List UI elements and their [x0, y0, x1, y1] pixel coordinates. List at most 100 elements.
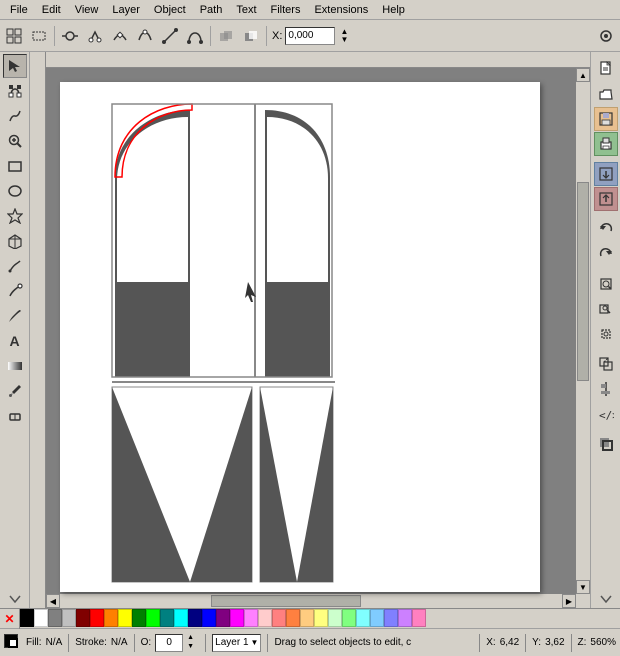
tool-node-join[interactable] — [58, 24, 82, 48]
tool-node-smooth[interactable] — [133, 24, 157, 48]
tool-path-union[interactable] — [214, 24, 238, 48]
palette-color-ff80c0[interactable] — [412, 609, 426, 627]
triangle-bl-left[interactable] — [112, 387, 190, 582]
menu-filters[interactable]: Filters — [265, 3, 307, 17]
palette-color-ff00ff[interactable] — [230, 609, 244, 627]
right-panel-expand[interactable] — [594, 592, 618, 606]
palette-color-808080[interactable] — [48, 609, 62, 627]
tool-pencil[interactable] — [3, 254, 27, 278]
tool-text[interactable]: A — [3, 329, 27, 353]
palette-color-ffffff[interactable] — [34, 609, 48, 627]
menu-extensions[interactable]: Extensions — [308, 3, 374, 17]
redo-btn[interactable] — [594, 242, 618, 266]
tool-node-editor[interactable] — [3, 79, 27, 103]
drawing-area[interactable] — [60, 82, 540, 592]
tool-eraser[interactable] — [3, 404, 27, 428]
triangle-br-right[interactable] — [297, 387, 333, 582]
palette-color-ff8040[interactable] — [286, 609, 300, 627]
tool-calligraphy[interactable] — [3, 304, 27, 328]
palette-color-00ff00[interactable] — [146, 609, 160, 627]
menu-edit[interactable]: Edit — [36, 3, 67, 17]
open-document-btn[interactable] — [594, 82, 618, 106]
layer-selector[interactable]: Layer 1 ▼ — [212, 634, 261, 652]
menu-path[interactable]: Path — [194, 3, 229, 17]
palette-color-ffcccc[interactable] — [258, 609, 272, 627]
tool-path-diff[interactable] — [239, 24, 263, 48]
scroll-thumb-h[interactable] — [211, 595, 362, 607]
palette-color-ccffcc[interactable] — [328, 609, 342, 627]
fill-stroke-btn[interactable] — [594, 432, 618, 456]
scroll-down-btn[interactable]: ▼ — [576, 580, 590, 594]
palette-color-c0c0c0[interactable] — [62, 609, 76, 627]
palette-color-80ff80[interactable] — [342, 609, 356, 627]
menu-file[interactable]: File — [4, 3, 34, 17]
no-color-btn[interactable]: ✕ — [0, 609, 20, 629]
tool-3dbox[interactable] — [3, 229, 27, 253]
xml-editor-btn[interactable]: </> — [594, 402, 618, 426]
scrollbar-vertical[interactable]: ▲ ▼ — [576, 68, 590, 594]
zoom-fit-sel-btn[interactable] — [594, 322, 618, 346]
tool-dropper[interactable] — [3, 379, 27, 403]
zoom-fit-page-btn[interactable] — [594, 272, 618, 296]
scroll-thumb-v[interactable] — [577, 182, 589, 381]
tool-star[interactable] — [3, 204, 27, 228]
palette-color-cc80ff[interactable] — [398, 609, 412, 627]
opacity-input[interactable] — [155, 634, 183, 652]
triangle-bl-right[interactable] — [190, 387, 252, 582]
palette-color-ffff80[interactable] — [314, 609, 328, 627]
palette-color-008080[interactable] — [160, 609, 174, 627]
scroll-up-btn[interactable]: ▲ — [576, 68, 590, 82]
menu-text[interactable]: Text — [230, 3, 262, 17]
palette-color-ffff00[interactable] — [118, 609, 132, 627]
palette-color-800080[interactable] — [216, 609, 230, 627]
x-coord-spinner[interactable]: ▲ ▼ — [336, 24, 352, 48]
undo-btn[interactable] — [594, 217, 618, 241]
scrollbar-horizontal[interactable]: ◀ ▶ — [46, 594, 576, 608]
tool-pen[interactable] — [3, 279, 27, 303]
palette-color-80ffff[interactable] — [356, 609, 370, 627]
tool-ellipse[interactable] — [3, 179, 27, 203]
tool-node-cusp[interactable] — [108, 24, 132, 48]
palette-color-80ccff[interactable] — [370, 609, 384, 627]
palette-color-8080ff[interactable] — [384, 609, 398, 627]
palette-color-0000ff[interactable] — [202, 609, 216, 627]
scroll-left-btn[interactable]: ◀ — [46, 594, 60, 608]
palette-color-ff80ff[interactable] — [244, 609, 258, 627]
export-btn[interactable] — [594, 187, 618, 211]
palette-color-00ffff[interactable] — [174, 609, 188, 627]
import-btn[interactable] — [594, 162, 618, 186]
tool-rect[interactable] — [3, 154, 27, 178]
save-document-btn[interactable] — [594, 107, 618, 131]
x-coord-input[interactable] — [285, 27, 335, 45]
menu-view[interactable]: View — [69, 3, 105, 17]
tool-selector[interactable] — [3, 54, 27, 78]
tool-segment-line[interactable] — [158, 24, 182, 48]
tool-node-break[interactable] — [83, 24, 107, 48]
transform-btn[interactable] — [594, 352, 618, 376]
palette-color-008000[interactable] — [132, 609, 146, 627]
palette-color-ff0000[interactable] — [90, 609, 104, 627]
align-btn[interactable] — [594, 377, 618, 401]
opacity-spinner[interactable]: ▲ ▼ — [187, 634, 199, 651]
snap-enable-btn[interactable] — [594, 24, 618, 48]
tool-rubber-band[interactable] — [27, 24, 51, 48]
tool-select-all[interactable] — [2, 24, 26, 48]
palette-color-000000[interactable] — [20, 609, 34, 627]
tool-tweak[interactable] — [3, 104, 27, 128]
zoom-fit-drawing-btn[interactable] — [594, 297, 618, 321]
menu-object[interactable]: Object — [148, 3, 192, 17]
toolbox-expand[interactable] — [3, 592, 27, 606]
palette-color-800000[interactable] — [76, 609, 90, 627]
palette-color-ffcc80[interactable] — [300, 609, 314, 627]
palette-color-000080[interactable] — [188, 609, 202, 627]
palette-color-ff8000[interactable] — [104, 609, 118, 627]
tool-segment-curve[interactable] — [183, 24, 207, 48]
menu-help[interactable]: Help — [376, 3, 411, 17]
triangle-br-left[interactable] — [260, 387, 297, 582]
tool-zoom[interactable] — [3, 129, 27, 153]
print-btn[interactable] — [594, 132, 618, 156]
menu-layer[interactable]: Layer — [106, 3, 146, 17]
scroll-right-btn[interactable]: ▶ — [562, 594, 576, 608]
new-document-btn[interactable] — [594, 57, 618, 81]
palette-color-ff8080[interactable] — [272, 609, 286, 627]
